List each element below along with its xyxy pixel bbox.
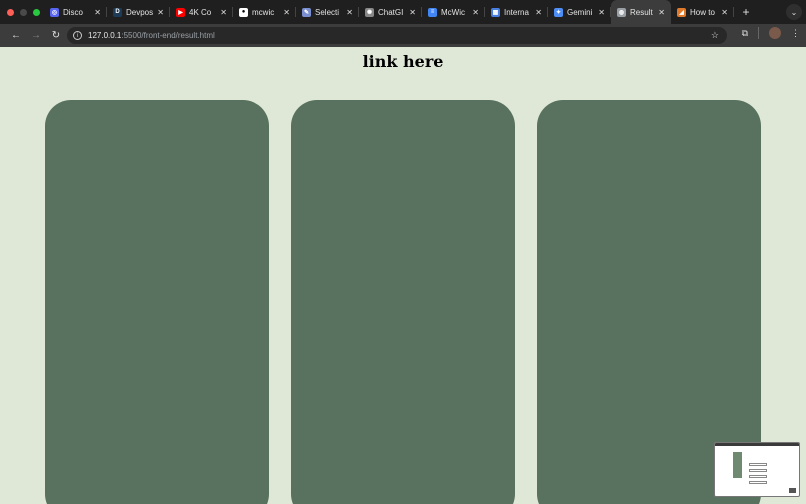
tab-result[interactable]: ◍ Result ✕	[611, 0, 671, 24]
toolbar: ← → ↻ i 127.0.0.1:5500/front-end/result.…	[0, 24, 806, 47]
close-tab-icon[interactable]: ✕	[658, 8, 665, 17]
tab-title: Result	[630, 7, 653, 17]
minimize-window-button[interactable]	[20, 8, 27, 16]
tab-title: ChatGI	[378, 7, 404, 17]
chatgpt-icon: ✺	[365, 7, 374, 17]
tab-title: Devpos	[126, 7, 154, 17]
site-info-icon[interactable]: i	[73, 31, 82, 40]
url-host: 127.0.0.1	[88, 31, 122, 40]
bookmark-star-icon[interactable]: ☆	[711, 30, 719, 41]
extensions-icon[interactable]: ⧉	[742, 28, 748, 39]
close-tab-icon[interactable]: ✕	[472, 8, 479, 17]
tab-mcwic[interactable]: ≡ McWic ✕	[422, 0, 485, 24]
card-2	[291, 100, 515, 504]
pip-sidebar	[733, 452, 742, 478]
close-tab-icon[interactable]: ✕	[220, 8, 227, 17]
toolbar-divider	[758, 27, 759, 39]
youtube-icon: ▶	[176, 7, 185, 17]
tab-disco[interactable]: ◎ Disco ✕	[44, 0, 107, 24]
close-tab-icon[interactable]: ✕	[409, 8, 416, 17]
selection-icon: ✎	[302, 7, 311, 17]
discord-icon: ◎	[50, 7, 59, 17]
pip-field	[749, 463, 767, 466]
github-icon: ●	[239, 7, 248, 17]
card-1	[45, 100, 269, 504]
tab-title: Gemini	[567, 7, 593, 17]
tabs: ◎ Disco ✕ D Devpos ✕ ▶ 4K Co ✕ ● mcwic ✕ ✎ Selecti ✕ ✺ C…	[44, 0, 734, 24]
tab-title: mcwic	[252, 7, 275, 17]
howto-icon: ◢	[677, 7, 686, 17]
pip-field	[749, 469, 767, 472]
new-tab-button[interactable]: +	[736, 5, 756, 19]
tab-gemini[interactable]: ✦ Gemini ✕	[548, 0, 611, 24]
tab-selecti[interactable]: ✎ Selecti ✕	[296, 0, 359, 24]
profile-avatar[interactable]	[769, 27, 781, 39]
tab-title: Interna	[504, 7, 529, 17]
docs-icon: ≡	[428, 7, 437, 17]
close-tab-icon[interactable]: ✕	[157, 8, 164, 17]
browser-menu-icon[interactable]: ⋮	[791, 28, 800, 39]
close-tab-icon[interactable]: ✕	[535, 8, 542, 17]
back-button[interactable]: ←	[6, 26, 26, 46]
tab-devpos[interactable]: D Devpos ✕	[107, 0, 170, 24]
zoom-window-button[interactable]	[33, 8, 40, 16]
tab-title: McWic	[441, 7, 465, 17]
close-window-button[interactable]	[7, 8, 14, 16]
forward-button[interactable]: →	[26, 26, 46, 46]
address-bar[interactable]: i 127.0.0.1:5500/front-end/result.html ☆	[67, 27, 727, 44]
reload-button[interactable]: ↻	[46, 26, 66, 46]
globe-icon: ◍	[617, 7, 626, 17]
devpost-icon: D	[113, 7, 122, 17]
pip-field	[749, 481, 767, 484]
close-tab-icon[interactable]: ✕	[721, 8, 728, 17]
tab-title: How to	[690, 7, 715, 17]
tab-interna[interactable]: ▦ Interna ✕	[485, 0, 548, 24]
pip-field	[749, 475, 767, 478]
tab-strip: ◎ Disco ✕ D Devpos ✕ ▶ 4K Co ✕ ● mcwic ✕ ✎ Selecti ✕ ✺ C…	[0, 0, 806, 24]
tab-search-button[interactable]: ⌄	[786, 4, 802, 20]
browser-window: ◎ Disco ✕ D Devpos ✕ ▶ 4K Co ✕ ● mcwic ✕ ✎ Selecti ✕ ✺ C…	[0, 0, 806, 504]
picture-in-picture-thumbnail[interactable]	[714, 442, 800, 497]
close-tab-icon[interactable]: ✕	[598, 8, 605, 17]
tab-4k-co[interactable]: ▶ 4K Co ✕	[170, 0, 233, 24]
tab-mcwic[interactable]: ● mcwic ✕	[233, 0, 296, 24]
pip-control-button[interactable]	[789, 488, 796, 493]
gemini-icon: ✦	[554, 7, 563, 17]
page-title[interactable]: link here	[0, 52, 806, 71]
tab-how-to[interactable]: ◢ How to ✕	[671, 0, 734, 24]
tab-chatgi[interactable]: ✺ ChatGI ✕	[359, 0, 422, 24]
tab-title: 4K Co	[189, 7, 212, 17]
page-content: link here	[0, 47, 806, 504]
tab-title: Selecti	[315, 7, 340, 17]
window-controls	[0, 8, 44, 16]
close-tab-icon[interactable]: ✕	[283, 8, 290, 17]
close-tab-icon[interactable]: ✕	[94, 8, 101, 17]
url-path: :5500/front-end/result.html	[121, 31, 215, 40]
pip-titlebar	[715, 443, 799, 446]
toolbar-right: ⧉ ⋮	[742, 27, 800, 39]
tab-title: Disco	[63, 7, 84, 17]
calendar-icon: ▦	[491, 7, 500, 17]
close-tab-icon[interactable]: ✕	[346, 8, 353, 17]
